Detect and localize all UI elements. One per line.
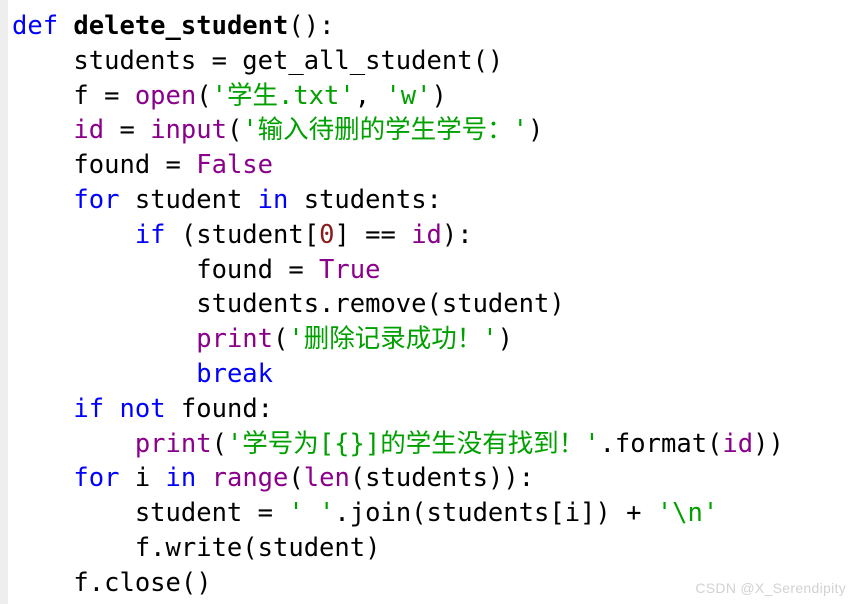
code-token: '学号为[{}]的学生没有找到！' xyxy=(226,428,600,459)
code-token: if xyxy=(73,393,105,424)
code-token: ( xyxy=(196,80,212,111)
code-token: f.close() xyxy=(12,567,212,598)
code-token: found: xyxy=(165,393,274,424)
code-token: id xyxy=(411,219,442,250)
code-token: ( xyxy=(273,324,289,355)
code-line: found = True xyxy=(8,253,862,288)
code-line: if not found: xyxy=(8,392,862,427)
code-token: found = xyxy=(12,254,320,285)
code-token: )) xyxy=(753,428,784,459)
code-token: ( xyxy=(211,428,227,459)
code-token: student = xyxy=(12,498,289,529)
code-token: , xyxy=(354,80,386,111)
code-token: i xyxy=(119,463,166,494)
code-token: students.remove(student) xyxy=(12,289,565,320)
code-token: '删除记录成功！' xyxy=(288,324,498,355)
code-line: f = open('学生.txt', 'w') xyxy=(8,79,862,114)
code-line: id = input('输入待删的学生学号：') xyxy=(8,113,862,148)
code-line: print('学号为[{}]的学生没有找到！'.format(id)) xyxy=(8,427,862,462)
code-token: len xyxy=(303,463,350,494)
code-line: if (student[0] == id): xyxy=(8,218,862,253)
code-token: def xyxy=(12,11,59,41)
code-token: delete_student xyxy=(73,11,289,41)
code-token: (students)): xyxy=(349,463,535,494)
code-token: student xyxy=(119,184,258,215)
code-token: '学生.txt' xyxy=(211,80,355,111)
code-token: '\n' xyxy=(656,498,719,529)
code-token: f.write(student) xyxy=(12,532,381,563)
code-token: ( xyxy=(226,115,243,146)
code-line: break xyxy=(8,357,862,392)
code-line: def delete_student(): xyxy=(8,9,862,44)
code-line: students = get_all_student() xyxy=(8,44,862,79)
code-token: 'w' xyxy=(385,80,432,111)
code-line: found = False xyxy=(8,148,862,183)
code-token: range xyxy=(211,463,289,494)
code-line: students.remove(student) xyxy=(8,287,862,322)
code-line: for student in students: xyxy=(8,183,862,218)
code-token: 0 xyxy=(319,219,335,250)
code-token: ( xyxy=(288,463,304,494)
code-token: not xyxy=(119,393,166,424)
code-token: (student[ xyxy=(165,219,320,250)
code-token: students: xyxy=(288,184,442,215)
code-line: f.write(student) xyxy=(8,531,862,566)
code-token: if xyxy=(134,219,166,250)
code-token: print xyxy=(134,428,212,459)
code-token: ): xyxy=(441,219,473,250)
left-gutter-strip xyxy=(0,0,8,604)
code-token: ] == xyxy=(334,219,412,250)
code-token: students = get_all_student() xyxy=(12,45,504,76)
code-token: in xyxy=(257,184,289,215)
code-token: ) xyxy=(497,324,513,355)
code-token: '输入待删的学生学号：' xyxy=(242,115,529,146)
code-token: for xyxy=(73,184,120,215)
code-token: .format( xyxy=(599,428,723,459)
code-token: ) xyxy=(528,115,544,146)
code-token: print xyxy=(196,324,273,355)
code-block: def delete_student(): students = get_all… xyxy=(8,0,862,604)
code-token: break xyxy=(196,358,273,389)
code-token: id xyxy=(722,428,754,459)
code-token: True xyxy=(319,254,381,285)
code-token: ) xyxy=(431,80,447,111)
code-token: open xyxy=(134,80,197,111)
code-token: for xyxy=(73,463,120,494)
code-token: f = xyxy=(12,80,135,111)
code-token: = xyxy=(104,115,151,146)
code-line: for i in range(len(students)): xyxy=(8,461,862,496)
code-token: False xyxy=(196,150,273,181)
code-token: id xyxy=(73,115,105,146)
code-line: student = ' '.join(students[i]) + '\n' xyxy=(8,496,862,531)
code-token: input xyxy=(150,115,227,146)
code-token: (): xyxy=(288,11,335,41)
code-token: in xyxy=(165,463,197,494)
code-token: found = xyxy=(12,150,197,181)
code-token: ' ' xyxy=(288,498,335,529)
code-snippet-page: def delete_student(): students = get_all… xyxy=(0,0,862,604)
code-line: print('删除记录成功！') xyxy=(8,322,862,357)
code-token: .join(students[i]) + xyxy=(334,498,657,529)
csdn-watermark: CSDN @X_Serendipity xyxy=(695,580,846,596)
